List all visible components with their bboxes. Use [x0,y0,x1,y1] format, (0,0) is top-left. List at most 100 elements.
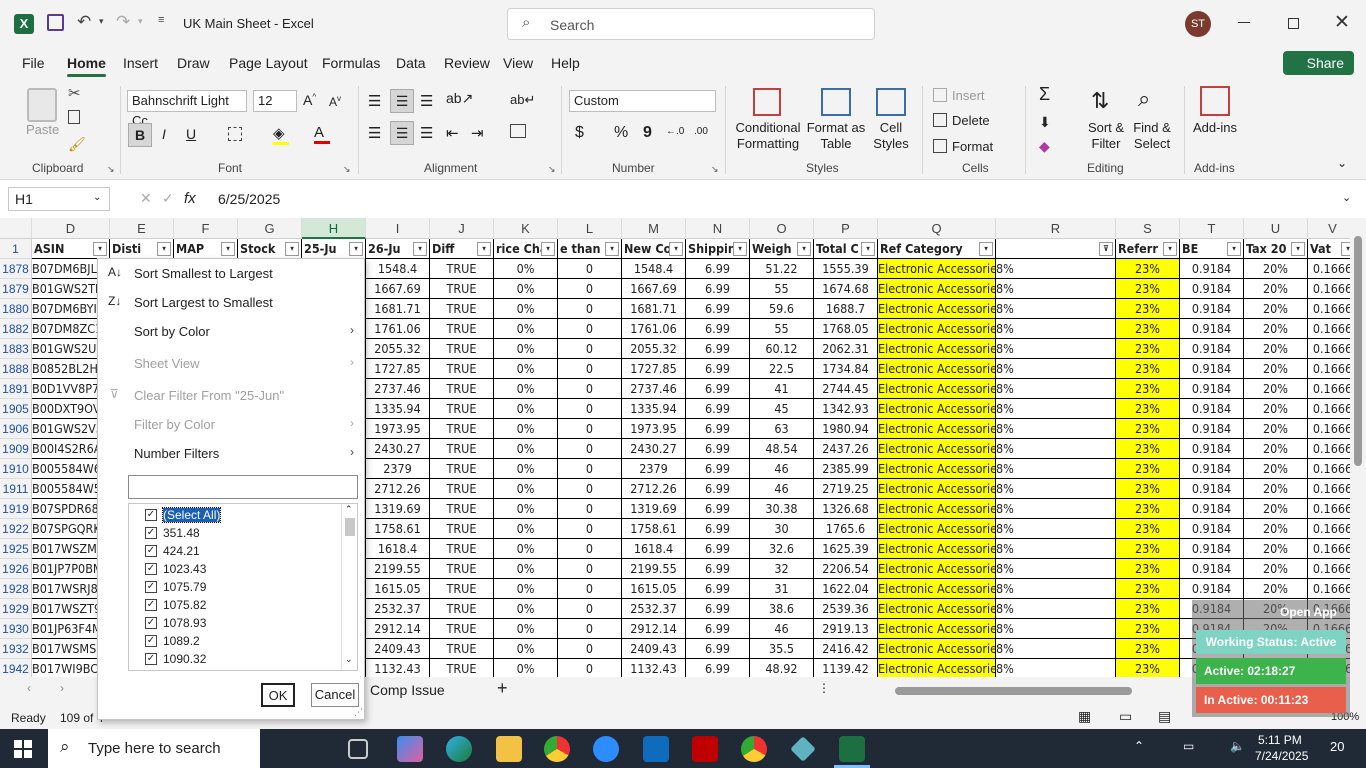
cell[interactable]: 1758.61 [366,519,430,539]
cell[interactable]: 38.6 [750,599,814,619]
cell[interactable]: 0 [558,319,622,339]
next-sheet-icon[interactable]: › [60,681,64,695]
cell[interactable]: 0.1666 [1308,499,1350,519]
cell[interactable]: 0% [494,539,558,559]
cell[interactable]: TRUE [430,499,494,519]
cell[interactable]: 6.99 [686,459,750,479]
sort-by-color[interactable]: Sort by Color [134,324,210,339]
cell[interactable]: 20% [1244,419,1308,439]
cell[interactable]: 1319.69 [366,499,430,519]
cell[interactable]: 1555.39 [814,259,878,279]
filter-dropdown-icon[interactable]: ▾ [1227,242,1241,256]
merge-center-icon[interactable] [510,124,526,138]
list-scrollbar[interactable]: ⌃ ⌄ [341,504,357,670]
cell[interactable]: 0.9184 [1180,459,1244,479]
column-header-s[interactable]: S [1116,218,1180,239]
cell[interactable]: 0% [494,379,558,399]
cell[interactable]: TRUE [430,559,494,579]
cell[interactable]: 0.9184 [1180,379,1244,399]
row-number[interactable]: 1925 [0,539,32,559]
align-bottom-icon[interactable]: ☰ [420,92,433,110]
filter-search-input[interactable] [128,475,358,499]
cell[interactable]: Electronic Accessories [878,639,996,659]
cell[interactable]: 2919.13 [814,619,878,639]
wrap-text-icon[interactable]: ab↵ [510,92,535,108]
row-number[interactable]: 1879 [0,279,32,299]
cell[interactable]: 0% [494,659,558,677]
cell[interactable]: 8% [996,599,1116,619]
cell[interactable]: 6.99 [686,439,750,459]
autosum-icon[interactable]: Σ [1039,84,1050,105]
formula-input[interactable]: 6/25/2025 [218,191,280,207]
list-scroll-thumb[interactable] [345,518,355,536]
cell[interactable]: 6.99 [686,499,750,519]
filter-dropdown-icon[interactable]: ▾ [979,242,993,256]
header-cell[interactable]: MAP ▾ [174,239,238,259]
column-header-m[interactable]: M [622,218,686,239]
tab-data[interactable]: Data [396,55,426,71]
column-header-q[interactable]: Q [878,218,996,239]
cell[interactable]: 0% [494,579,558,599]
cell[interactable]: 2737.46 [366,379,430,399]
paste-button[interactable]: Paste [26,122,59,138]
cell[interactable]: 0 [558,559,622,579]
cell[interactable]: 6.99 [686,599,750,619]
cell[interactable]: 23% [1116,519,1180,539]
filter-dropdown-icon[interactable]: ▾ [797,242,811,256]
cell[interactable]: 0.1666 [1308,579,1350,599]
tab-home[interactable]: Home [67,55,106,77]
cell[interactable]: 20% [1244,379,1308,399]
cell[interactable]: 0.9184 [1180,579,1244,599]
cell[interactable]: 20% [1244,459,1308,479]
header-cell[interactable]: Tax 20 ▾ [1244,239,1308,259]
cell[interactable]: 1973.95 [622,419,686,439]
cell[interactable]: 0.1666 [1308,539,1350,559]
cell[interactable]: 2532.37 [622,599,686,619]
sort-largest-to-smallest[interactable]: Sort Largest to Smallest [134,295,273,310]
cell[interactable]: 0.9184 [1180,259,1244,279]
header-cell[interactable]: Weigh ▾ [750,239,814,259]
column-header-i[interactable]: I [366,218,430,239]
cell[interactable]: 6.99 [686,559,750,579]
cell[interactable]: 0.1666 [1308,459,1350,479]
checkbox[interactable]: ✓ [145,563,157,575]
cell[interactable]: 0.1666 [1308,479,1350,499]
cell[interactable]: 0.1666 [1308,359,1350,379]
cell[interactable]: 0 [558,659,622,677]
cell[interactable]: 23% [1116,359,1180,379]
cell[interactable]: 2912.14 [366,619,430,639]
cell[interactable]: 20% [1244,299,1308,319]
cell[interactable]: 23% [1116,539,1180,559]
filter-list-item[interactable]: ✓ 1075.79 [145,578,206,596]
cell[interactable]: 20% [1244,539,1308,559]
cut-icon[interactable]: ✂ [68,84,81,102]
cell[interactable]: TRUE [430,659,494,677]
cell-styles-button[interactable]: Cell Styles [866,120,916,152]
cell[interactable]: 0.1666 [1308,339,1350,359]
italic-button[interactable]: I [162,126,166,142]
cell[interactable]: 23% [1116,339,1180,359]
format-painter-icon[interactable]: 🖌 [68,136,86,153]
cell[interactable]: TRUE [430,279,494,299]
cell-styles-icon[interactable] [876,88,906,116]
cell[interactable]: 0.9184 [1180,339,1244,359]
align-left-icon[interactable]: ☰ [368,124,381,142]
cell[interactable]: TRUE [430,519,494,539]
cell[interactable]: 23% [1116,659,1180,677]
header-cell[interactable]: Vat ▾ [1308,239,1350,259]
cell[interactable]: 8% [996,459,1116,479]
cell[interactable]: 23% [1116,279,1180,299]
cell[interactable]: 1688.7 [814,299,878,319]
active-filter-icon[interactable]: ⊽ [1099,242,1113,256]
cell[interactable]: 0.1666 [1308,559,1350,579]
restore-icon[interactable] [1288,18,1299,29]
column-header-d[interactable]: D [32,218,110,239]
cell[interactable]: 1132.43 [366,659,430,677]
header-cell[interactable]: Total C ▾ [814,239,878,259]
cell[interactable]: 23% [1116,639,1180,659]
format-as-table-icon[interactable] [821,88,851,116]
cell[interactable]: 1625.39 [814,539,878,559]
cell[interactable]: 6.99 [686,579,750,599]
column-header-h[interactable]: H [302,218,366,239]
cell[interactable]: Electronic Accessories [878,599,996,619]
